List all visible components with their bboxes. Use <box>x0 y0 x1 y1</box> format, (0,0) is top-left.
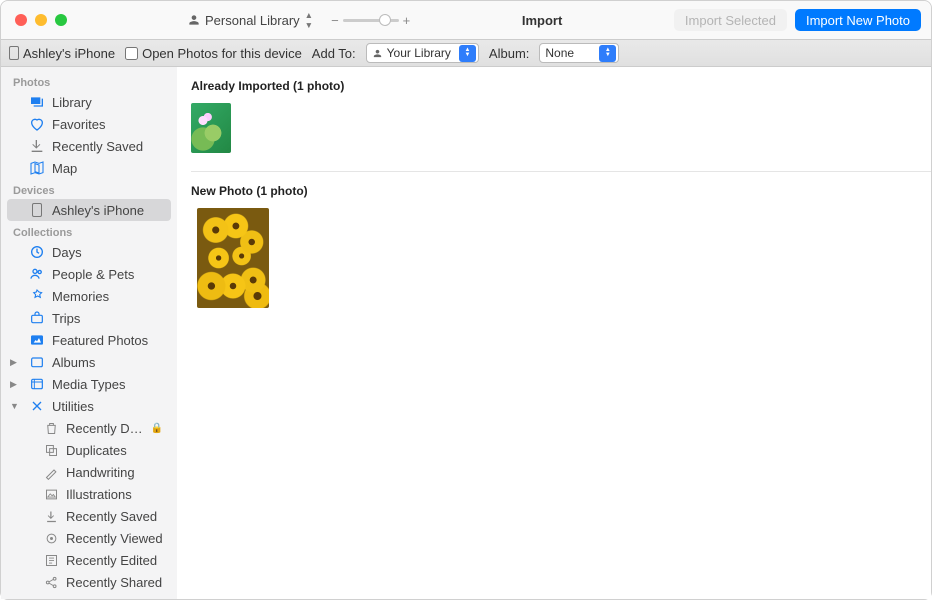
sidebar-item-illustrations[interactable]: Illustrations <box>7 483 171 505</box>
sidebar-section-collections: Collections <box>1 221 177 241</box>
illustration-icon <box>43 486 59 502</box>
sidebar-item-recently-shared[interactable]: Recently Shared <box>7 571 171 593</box>
minimize-window-button[interactable] <box>35 14 47 26</box>
chevron-right-icon[interactable]: ▶ <box>10 357 17 368</box>
pencil-icon <box>43 464 59 480</box>
media-icon <box>29 376 45 392</box>
select-stepper-icon <box>599 45 616 62</box>
sidebar-item-recently-viewed[interactable]: Recently Viewed <box>7 527 171 549</box>
addto-value: Your Library <box>387 46 451 60</box>
sidebar: Photos Library Favorites Recently Saved … <box>1 67 177 599</box>
sidebar-item-recently-saved[interactable]: Recently Saved <box>7 135 171 157</box>
sidebar-item-recently-saved-util[interactable]: Recently Saved <box>7 505 171 527</box>
sidebar-item-handwriting[interactable]: Handwriting <box>7 461 171 483</box>
import-content: Already Imported (1 photo) New Photo (1 … <box>177 67 931 599</box>
trash-icon <box>43 420 59 436</box>
album-label: Album: <box>489 46 529 61</box>
select-stepper-icon <box>459 45 476 62</box>
lock-icon: 🔒 <box>151 423 163 434</box>
sidebar-item-albums[interactable]: ▶Albums <box>7 351 171 373</box>
sidebar-item-featured-photos[interactable]: Featured Photos <box>7 329 171 351</box>
heart-icon <box>29 116 45 132</box>
album-select[interactable]: None <box>539 43 619 63</box>
sidebar-item-memories[interactable]: Memories <box>7 285 171 307</box>
sidebar-item-duplicates[interactable]: Duplicates <box>7 439 171 461</box>
zoom-thumb[interactable] <box>379 14 391 26</box>
memories-icon <box>29 288 45 304</box>
share-icon <box>43 574 59 590</box>
sidebar-item-device-iphone[interactable]: Ashley's iPhone <box>7 199 171 221</box>
device-name: Ashley's iPhone <box>23 46 115 61</box>
thumbnail-zoom-slider[interactable]: − + <box>331 13 410 28</box>
phone-icon <box>29 202 45 218</box>
album-icon <box>29 354 45 370</box>
sidebar-item-utilities[interactable]: ▼Utilities <box>7 395 171 417</box>
eye-icon <box>43 530 59 546</box>
zoom-track[interactable] <box>343 19 399 22</box>
already-imported-thumb-1[interactable] <box>191 103 231 153</box>
chevron-right-icon[interactable]: ▶ <box>10 379 17 390</box>
imports-icon <box>43 596 59 599</box>
chevron-updown-icon: ▲▼ <box>305 10 313 30</box>
zoom-in-icon: + <box>403 13 411 28</box>
fullscreen-window-button[interactable] <box>55 14 67 26</box>
library-picker[interactable]: Personal Library ▲▼ <box>183 8 317 32</box>
addto-select[interactable]: Your Library <box>366 43 479 63</box>
open-photos-checkbox[interactable]: Open Photos for this device <box>125 46 302 61</box>
sidebar-item-people-pets[interactable]: People & Pets <box>7 263 171 285</box>
already-imported-header: Already Imported (1 photo) <box>177 67 931 103</box>
new-photo-thumbs <box>177 208 931 326</box>
import-selected-button: Import Selected <box>674 9 787 31</box>
tools-icon <box>29 398 45 414</box>
sidebar-item-recently-edited[interactable]: Recently Edited <box>7 549 171 571</box>
clock-icon <box>29 244 45 260</box>
duplicates-icon <box>43 442 59 458</box>
person-icon <box>187 13 201 27</box>
window-title: Import <box>410 13 674 28</box>
sidebar-item-map[interactable]: Map <box>7 157 171 179</box>
map-icon <box>29 160 45 176</box>
already-imported-thumbs <box>177 103 931 171</box>
chevron-down-icon[interactable]: ▼ <box>10 401 19 411</box>
sidebar-item-media-types[interactable]: ▶Media Types <box>7 373 171 395</box>
zoom-out-icon: − <box>331 13 339 28</box>
titlebar-left: Personal Library ▲▼ − + <box>177 8 410 32</box>
library-label: Personal Library <box>205 13 300 28</box>
sidebar-item-days[interactable]: Days <box>7 241 171 263</box>
library-icon <box>29 94 45 110</box>
person-icon <box>372 48 383 59</box>
device-label: Ashley's iPhone <box>9 46 115 61</box>
open-photos-checkbox-input[interactable] <box>125 47 138 60</box>
addto-label: Add To: <box>312 46 356 61</box>
new-photo-thumb-1[interactable] <box>197 208 269 308</box>
import-new-photo-button[interactable]: Import New Photo <box>795 9 921 31</box>
sidebar-item-trips[interactable]: Trips <box>7 307 171 329</box>
close-window-button[interactable] <box>15 14 27 26</box>
sidebar-item-library[interactable]: Library <box>7 91 171 113</box>
download-icon <box>43 508 59 524</box>
window-controls <box>1 14 177 26</box>
titlebar-right: Import Selected Import New Photo <box>674 9 931 31</box>
sidebar-section-photos: Photos <box>1 71 177 91</box>
suitcase-icon <box>29 310 45 326</box>
window-titlebar: Personal Library ▲▼ − + Import Import Se… <box>1 1 931 39</box>
featured-icon <box>29 332 45 348</box>
album-value: None <box>545 46 574 60</box>
sidebar-item-recently-deleted[interactable]: Recently Deleted🔒 <box>7 417 171 439</box>
import-toolbar: Ashley's iPhone Open Photos for this dev… <box>1 39 931 67</box>
people-icon <box>29 266 45 282</box>
sidebar-item-favorites[interactable]: Favorites <box>7 113 171 135</box>
new-photo-header: New Photo (1 photo) <box>177 172 931 208</box>
download-icon <box>29 138 45 154</box>
sidebar-section-devices: Devices <box>1 179 177 199</box>
phone-icon <box>9 46 19 60</box>
open-photos-label: Open Photos for this device <box>142 46 302 61</box>
sidebar-item-imports[interactable]: Imports <box>7 593 171 599</box>
edit-icon <box>43 552 59 568</box>
